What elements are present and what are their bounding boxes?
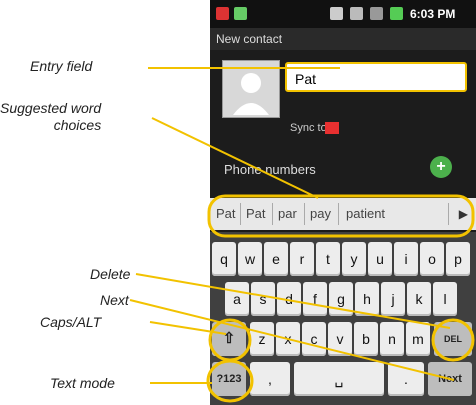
key-l[interactable]: l [433,282,457,316]
key-n[interactable]: n [380,322,404,356]
caps-alt-key[interactable]: ⇧ [212,322,246,356]
key-g[interactable]: g [329,282,353,316]
entry-field[interactable]: Pat [285,62,467,92]
callout-suggested-line2: choices [53,117,102,133]
key-p[interactable]: p [446,242,470,276]
comma-key[interactable]: , [250,362,290,396]
add-phone-icon[interactable]: + [430,156,452,178]
battery-icon [390,7,403,20]
contact-form: Pat Sync to Phone numbers + Pat Pat par … [210,50,476,260]
space-key[interactable]: ␣ [294,362,384,396]
key-u[interactable]: u [368,242,392,276]
suggestion-bar: Pat Pat par pay patient ▶ [210,198,476,230]
notification-icon [216,7,229,20]
callout-next: Next [100,292,129,308]
key-r[interactable]: r [290,242,314,276]
key-a[interactable]: a [225,282,249,316]
callout-delete: Delete [90,266,131,282]
delete-key[interactable]: DEL [434,322,472,356]
suggestion-more-arrow-icon[interactable]: ▶ [459,198,468,230]
callout-text-mode: Text mode [50,375,115,391]
key-m[interactable]: m [406,322,430,356]
key-v[interactable]: v [328,322,352,356]
suggestion-3[interactable]: par [278,198,297,230]
signal-icon [370,7,383,20]
app-icon [234,7,247,20]
key-f[interactable]: f [303,282,327,316]
phone-screen: 6:03 PM New contact Pat Sync to Phone nu… [210,0,476,405]
key-y[interactable]: y [342,242,366,276]
key-s[interactable]: s [251,282,275,316]
key-w[interactable]: w [238,242,262,276]
key-i[interactable]: i [394,242,418,276]
next-key[interactable]: Next [428,362,472,396]
network-icon [350,7,363,20]
key-j[interactable]: j [381,282,405,316]
sync-to-label: Sync to [290,122,327,134]
suggestion-divider [240,203,241,225]
key-o[interactable]: o [420,242,444,276]
key-q[interactable]: q [212,242,236,276]
screen-title: New contact [210,28,476,50]
suggestion-divider [448,203,449,225]
bluetooth-icon [330,7,343,20]
status-bar: 6:03 PM [210,0,476,28]
key-b[interactable]: b [354,322,378,356]
suggestion-divider [272,203,273,225]
key-d[interactable]: d [277,282,301,316]
suggestion-2[interactable]: Pat [246,198,266,230]
callout-suggested-line1: Suggested word [0,100,102,116]
soft-keyboard: q w e r t y u i o p a s d f g h j k l ⇧ … [210,232,476,405]
suggestion-5[interactable]: patient [346,198,385,230]
period-key[interactable]: . [388,362,424,396]
key-t[interactable]: t [316,242,340,276]
suggestion-divider [338,203,339,225]
phone-numbers-label: Phone numbers [224,162,316,177]
key-e[interactable]: e [264,242,288,276]
status-time: 6:03 PM [410,7,456,21]
contact-photo[interactable] [222,60,280,118]
callout-entry-field: Entry field [30,58,93,74]
key-h[interactable]: h [355,282,379,316]
sync-account-icon[interactable] [325,122,339,134]
key-k[interactable]: k [407,282,431,316]
suggestion-divider [304,203,305,225]
callout-suggested: Suggested word choices [0,100,101,134]
suggestion-4[interactable]: pay [310,198,331,230]
suggestion-1[interactable]: Pat [216,198,236,230]
key-c[interactable]: c [302,322,326,356]
text-mode-key[interactable]: ?123 [212,362,246,396]
callout-caps-alt: Caps/ALT [40,314,102,330]
key-x[interactable]: x [276,322,300,356]
key-z[interactable]: z [250,322,274,356]
